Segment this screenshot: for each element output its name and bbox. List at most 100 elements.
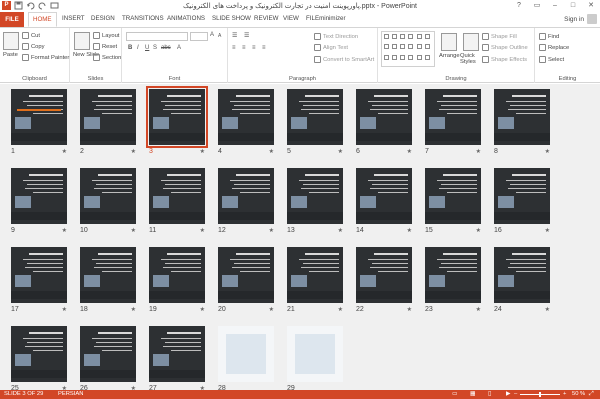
align-left-icon[interactable]: ≡ [232,45,236,51]
reading-view-icon[interactable]: ▯ [488,391,491,397]
avatar[interactable] [587,14,597,24]
slide-thumbnail[interactable]: 23 ★ [425,247,481,313]
shape-outline-button[interactable]: Shape Outline [482,44,528,51]
replace-button[interactable]: Replace [539,44,569,51]
cut-button[interactable]: Cut [22,32,40,39]
bullets-icon[interactable]: ☰ [232,32,237,39]
font-size-box[interactable] [190,32,208,41]
transition-star-icon[interactable]: ★ [131,227,136,234]
slide-thumbnail[interactable]: 18 ★ [80,247,136,313]
shape-icon[interactable] [408,34,414,39]
arrange-button[interactable]: Arrange [439,53,460,59]
transition-star-icon[interactable]: ★ [338,306,343,313]
numbering-icon[interactable]: ☰ [244,32,249,39]
zoom-level[interactable]: 50 % [572,391,585,397]
zoom-out-button[interactable]: – [514,391,517,397]
underline-icon[interactable]: U [145,45,149,51]
slide-thumbnail[interactable]: 27 ★ [149,326,205,392]
ribbon-display-button[interactable]: ▭ [528,0,546,11]
align-right-icon[interactable]: ≡ [252,45,256,51]
maximize-button[interactable]: □ [564,0,582,11]
shape-icon[interactable] [400,54,406,60]
slide-thumbnail[interactable]: 6 ★ [356,89,412,155]
transition-star-icon[interactable]: ★ [476,227,481,234]
close-button[interactable]: ✕ [582,0,600,11]
transition-star-icon[interactable]: ★ [62,148,67,155]
transition-star-icon[interactable]: ★ [407,148,412,155]
shape-icon[interactable] [424,54,430,60]
shape-icon[interactable] [392,44,398,50]
transition-star-icon[interactable]: ★ [545,148,550,155]
fit-to-window-icon[interactable]: ⤢ [589,391,594,398]
tab-transitions[interactable]: TRANSITIONS [122,15,164,22]
justify-icon[interactable]: ≡ [262,45,266,51]
shape-icon[interactable] [400,44,406,50]
transition-star-icon[interactable]: ★ [476,148,481,155]
transition-star-icon[interactable]: ★ [407,227,412,234]
shape-icon[interactable] [392,54,398,60]
help-button[interactable]: ? [510,0,528,11]
tab-design[interactable]: DESIGN [91,15,115,22]
slide-thumbnail[interactable]: 17 ★ [11,247,67,313]
zoom-slider-handle[interactable] [539,392,541,397]
shape-icon[interactable] [416,44,422,50]
shape-icon[interactable] [408,44,414,50]
grow-font-icon[interactable]: A [210,32,214,38]
font-name-box[interactable] [126,32,188,41]
layout-button[interactable]: Layout [93,32,119,39]
transition-star-icon[interactable]: ★ [338,148,343,155]
transition-star-icon[interactable]: ★ [269,227,274,234]
slide-thumbnail[interactable]: 24 ★ [494,247,550,313]
transition-star-icon[interactable]: ★ [269,306,274,313]
slide-sorter-view-icon[interactable]: ▦ [470,391,475,397]
tab-review[interactable]: REVIEW [254,15,278,22]
align-text-button[interactable]: Align Text [314,44,348,51]
shrink-font-icon[interactable]: A [218,33,221,39]
shadow-icon[interactable]: S [153,45,157,51]
transition-star-icon[interactable]: ★ [131,306,136,313]
slide-thumbnail[interactable]: 8 ★ [494,89,550,155]
slideshow-view-icon[interactable]: ▶ [506,391,510,397]
slide-thumbnail[interactable]: 29 [287,326,343,392]
italic-icon[interactable]: I [137,45,139,51]
normal-view-icon[interactable]: ▭ [452,391,457,397]
paste-button[interactable]: Paste [3,52,18,58]
transition-star-icon[interactable]: ★ [200,148,205,155]
tab-fileminimizer[interactable]: FILEminimizer [306,15,346,22]
language-status[interactable]: PERSIAN [58,391,83,397]
transition-star-icon[interactable]: ★ [545,227,550,234]
text-direction-button[interactable]: Text Direction [314,33,358,40]
slide-thumbnail[interactable]: 10 ★ [80,168,136,234]
transition-star-icon[interactable]: ★ [62,306,67,313]
shape-icon[interactable] [384,54,389,60]
section-button[interactable]: Section [93,54,121,61]
tab-file[interactable]: FILE [0,12,24,27]
shape-icon[interactable] [408,54,414,60]
slide-thumbnail[interactable]: 14 ★ [356,168,412,234]
bold-icon[interactable]: B [128,45,132,51]
slide-thumbnail[interactable]: 4 ★ [218,89,274,155]
tab-slide-show[interactable]: SLIDE SHOW [212,15,251,22]
tab-animations[interactable]: ANIMATIONS [167,15,205,22]
zoom-in-button[interactable]: + [563,391,566,397]
tab-insert[interactable]: INSERT [62,15,85,22]
find-button[interactable]: Find [539,33,559,40]
transition-star-icon[interactable]: ★ [338,227,343,234]
format-painter-button[interactable]: Format Painter [22,54,69,61]
transition-star-icon[interactable]: ★ [200,306,205,313]
slide-thumbnail[interactable]: 13 ★ [287,168,343,234]
shape-icon[interactable] [400,34,406,39]
transition-star-icon[interactable]: ★ [200,227,205,234]
shape-icon[interactable] [424,44,430,50]
shapes-gallery[interactable] [381,31,435,67]
slide-thumbnail[interactable]: 25 ★ [11,326,67,392]
shape-icon[interactable] [416,54,422,60]
slide-thumbnail[interactable]: 21 ★ [287,247,343,313]
minimize-button[interactable]: – [546,0,564,11]
select-button[interactable]: Select [539,56,564,63]
slide-thumbnail[interactable]: 19 ★ [149,247,205,313]
slide-thumbnail[interactable]: 22 ★ [356,247,412,313]
align-center-icon[interactable]: ≡ [242,45,246,51]
reset-button[interactable]: Reset [93,43,117,50]
strikethrough-icon[interactable]: abc [161,45,171,51]
